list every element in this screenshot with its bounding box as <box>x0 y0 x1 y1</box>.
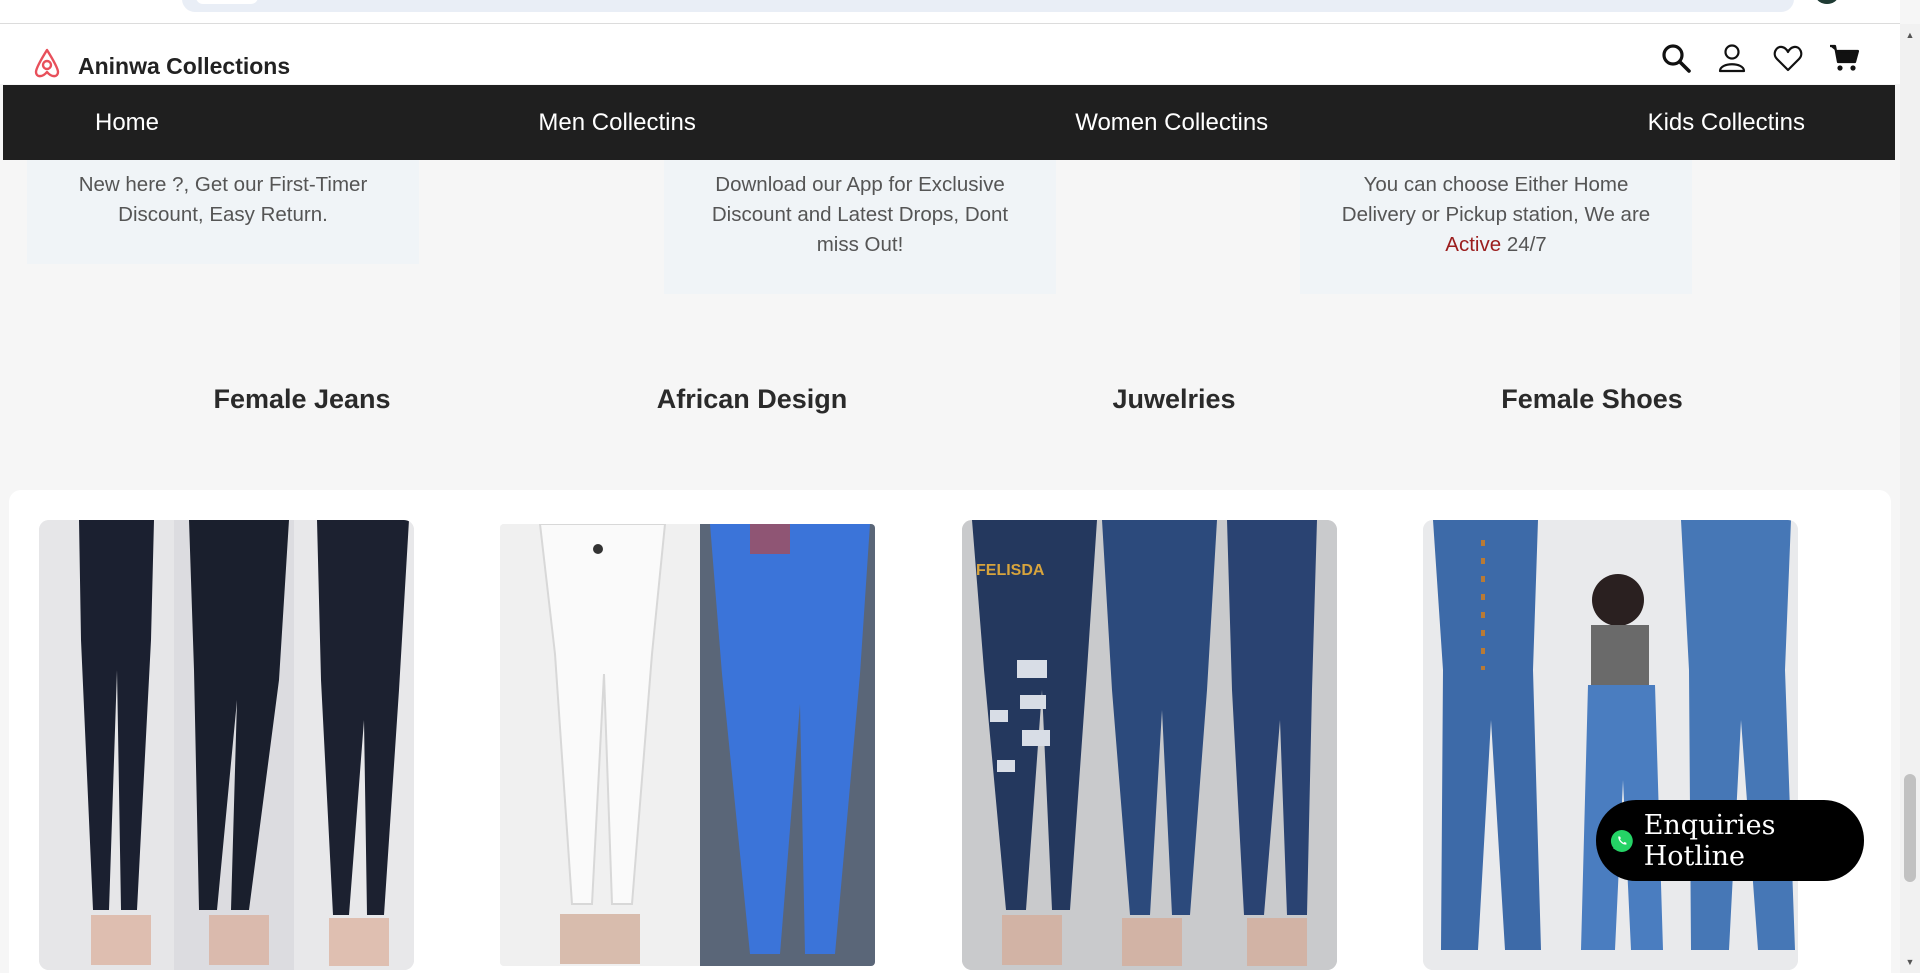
product-illustration <box>1423 520 1798 970</box>
info-card-text: New here ?, Get our First-Timer Discount… <box>78 173 368 226</box>
address-bar-chip[interactable] <box>196 0 258 4</box>
profile-avatar[interactable] <box>1816 0 1838 4</box>
header-actions <box>1660 42 1860 74</box>
product-image-ripped-jeans[interactable] <box>962 520 1337 970</box>
product-watermark: FELISDA <box>976 562 1045 579</box>
page-scrollbar[interactable]: ▲ ▼ <box>1900 24 1920 973</box>
scroll-down-arrow[interactable]: ▼ <box>1905 957 1915 967</box>
heart-icon[interactable] <box>1772 42 1804 74</box>
site-header: Aninwa Collections <box>0 24 1900 84</box>
scrollbar-thumb[interactable] <box>1904 774 1916 882</box>
product-image-black-jeans[interactable] <box>39 520 414 970</box>
brand[interactable]: Aninwa Collections <box>30 46 290 80</box>
nav-item-home[interactable]: Home <box>95 109 159 137</box>
product-illustration <box>39 520 414 970</box>
whatsapp-icon <box>1610 829 1633 852</box>
scroll-up-arrow[interactable]: ▲ <box>1905 30 1915 40</box>
info-card-first-timer: New here ?, Get our First-Timer Discount… <box>27 160 419 264</box>
product-image-white-blue-jeans[interactable] <box>500 524 875 966</box>
search-icon[interactable] <box>1660 42 1692 74</box>
category-female-jeans[interactable]: Female Jeans <box>213 384 390 415</box>
user-icon[interactable] <box>1716 42 1748 74</box>
nav-item-men-collections[interactable]: Men Collectins <box>538 109 695 137</box>
info-card-text: You can choose Either Home Delivery or P… <box>1300 170 1692 260</box>
category-female-shoes[interactable]: Female Shoes <box>1501 384 1683 415</box>
info-card-text-after: 24/7 <box>1506 233 1547 256</box>
product-illustration <box>962 520 1337 970</box>
browser-chrome <box>0 0 1900 24</box>
info-card-text-before: You can choose Either Home Delivery or P… <box>1341 173 1651 226</box>
info-card-app: Download our App for Exclusive Discount … <box>664 160 1056 294</box>
main-nav: Home Men Collectins Women Collectins Kid… <box>3 85 1895 160</box>
cart-icon[interactable] <box>1828 42 1860 74</box>
active-status: Active <box>1445 233 1502 256</box>
hotline-label: Enquiries Hotline <box>1643 809 1776 872</box>
product-illustration <box>500 524 875 966</box>
category-juwelries[interactable]: Juwelries <box>1112 384 1235 415</box>
nav-item-women-collections[interactable]: Women Collectins <box>1075 109 1268 137</box>
info-card-delivery: You can choose Either Home Delivery or P… <box>1300 160 1692 294</box>
enquiries-hotline-button[interactable]: Enquiries Hotline <box>1596 800 1864 881</box>
info-card-text: Download our App for Exclusive Discount … <box>711 173 1009 256</box>
nav-item-kids-collections[interactable]: Kids Collectins <box>1648 109 1805 137</box>
product-image-flared-jeans[interactable] <box>1423 520 1798 970</box>
brand-logo-icon <box>34 48 60 78</box>
address-bar[interactable] <box>182 0 1794 12</box>
category-african-design[interactable]: African Design <box>657 384 848 415</box>
brand-name: Aninwa Collections <box>78 52 291 79</box>
